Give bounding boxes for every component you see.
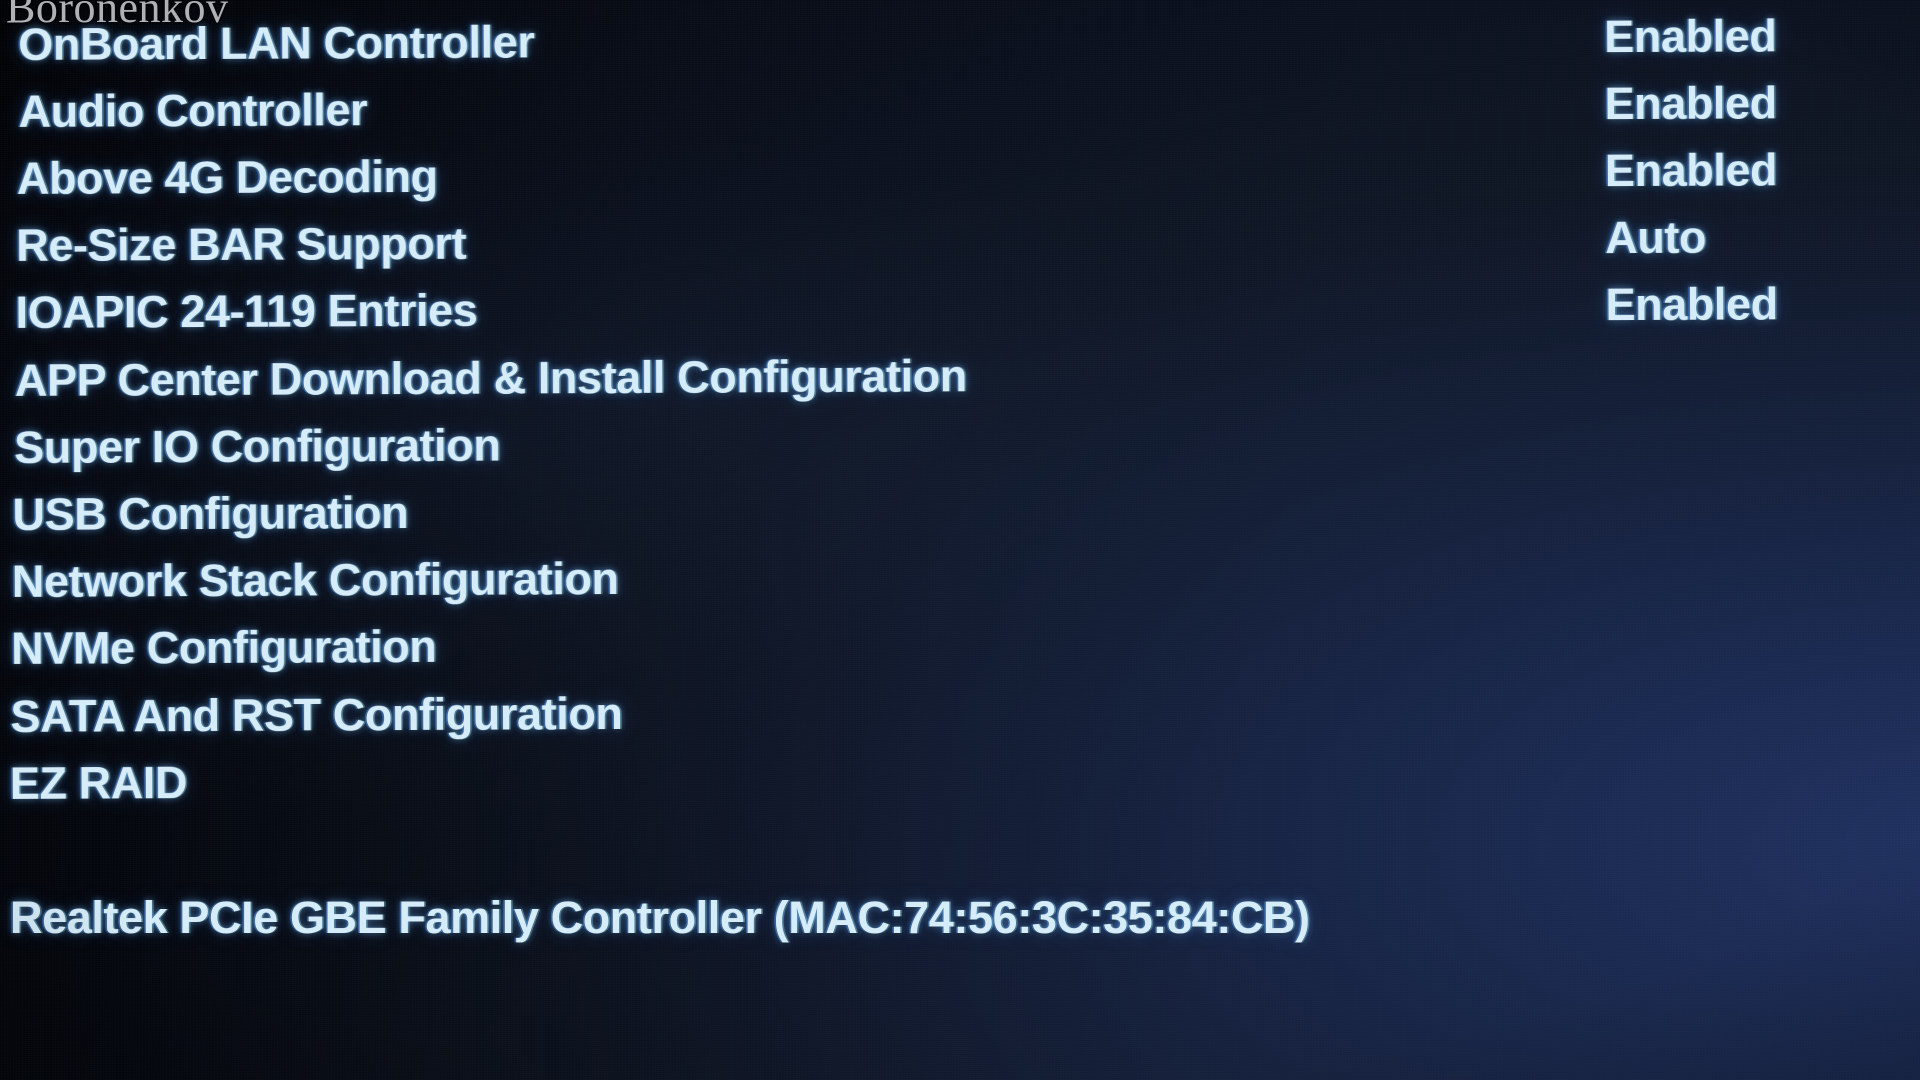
menu-item-label: NVMe Configuration <box>11 621 437 675</box>
menu-item-label: Re-Size BAR Support <box>16 217 467 272</box>
menu-row[interactable]: Re-Size BAR Support Auto <box>16 212 1706 275</box>
menu-item-label: Network Stack Configuration <box>11 553 619 608</box>
bios-menu-list: OnBoard LAN Controller Enabled Audio Contr… <box>0 0 1920 1080</box>
menu-item-label: Above 4G Decoding <box>16 150 438 204</box>
menu-row[interactable]: Audio Controller Enabled <box>18 77 1776 141</box>
menu-row[interactable]: IOAPIC 24-119 Entries Enabled <box>15 279 1777 342</box>
watermark: Boronenkov <box>6 0 229 32</box>
menu-row[interactable]: SATA And RST Configuration <box>10 683 622 746</box>
menu-row[interactable]: Super IO Configuration <box>14 415 500 477</box>
menu-row[interactable]: APP Center Download & Install Configurat… <box>15 345 967 410</box>
menu-item-label: Audio Controller <box>18 83 368 137</box>
menu-item-label: EZ RAID <box>9 756 188 809</box>
menu-row[interactable]: EZ RAID <box>10 752 187 813</box>
menu-item-value[interactable]: Enabled <box>1604 10 1776 62</box>
menu-row[interactable]: NVMe Configuration <box>11 617 437 679</box>
menu-row[interactable]: Network Stack Configuration <box>12 549 619 612</box>
menu-item-value[interactable]: Enabled <box>1605 144 1777 196</box>
menu-item-value[interactable]: Enabled <box>1604 77 1776 129</box>
menu-row[interactable]: Above 4G Decoding Enabled <box>16 144 1777 208</box>
menu-row[interactable]: USB Configuration <box>12 482 408 544</box>
menu-item-label: SATA And RST Configuration <box>10 687 623 742</box>
menu-item-value[interactable]: Enabled <box>1605 279 1777 331</box>
bios-screen: OnBoard LAN Controller Enabled Audio Contr… <box>0 0 1920 1080</box>
menu-item-value[interactable]: Auto <box>1605 212 1706 263</box>
menu-item-label: USB Configuration <box>12 486 409 540</box>
menu-item-label: IOAPIC 24-119 Entries <box>15 284 478 339</box>
menu-item-label: APP Center Download & Install Configurat… <box>14 349 967 406</box>
menu-item-label: Super IO Configuration <box>14 419 501 473</box>
